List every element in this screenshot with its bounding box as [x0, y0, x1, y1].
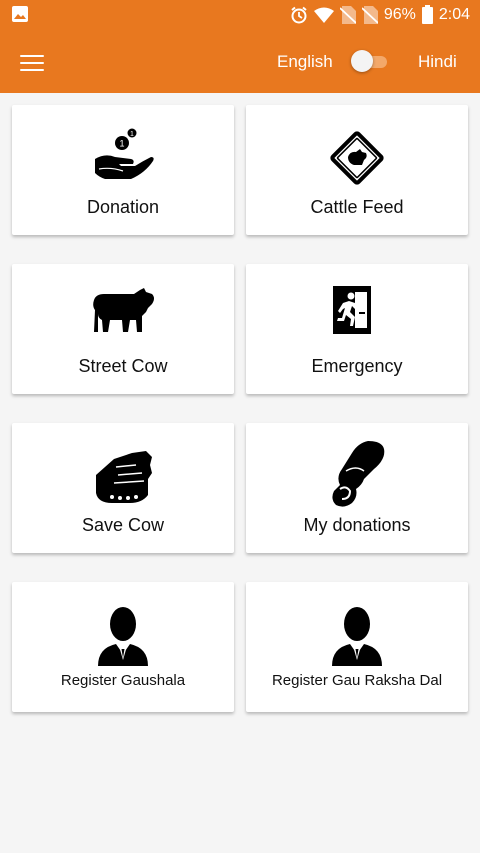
- battery-icon: [421, 5, 433, 24]
- status-icons: 96% 2:04: [290, 5, 470, 24]
- card-emergency[interactable]: Emergency: [246, 264, 468, 394]
- app-bar: English Hindi: [0, 30, 480, 93]
- card-label: My donations: [303, 515, 411, 535]
- card-label: Donation: [86, 197, 160, 217]
- hamburger-menu-icon[interactable]: [20, 50, 44, 72]
- cow-icon: [93, 288, 154, 332]
- card-label: Emergency: [311, 356, 403, 376]
- card-label: Register Gau Raksha Dal: [271, 672, 443, 689]
- emergency-exit-icon: [333, 286, 371, 334]
- clock: 2:04: [438, 5, 470, 23]
- no-sim-icon: [339, 5, 356, 24]
- wifi-icon: [313, 7, 334, 23]
- card-label: Save Cow: [81, 515, 165, 535]
- card-label: Cattle Feed: [310, 197, 404, 217]
- svg-text:1: 1: [130, 131, 134, 138]
- card-cattle-feed[interactable]: Cattle Feed: [246, 105, 468, 235]
- card-street-cow[interactable]: Street Cow: [12, 264, 234, 394]
- donation-hand-icon: 1 1: [95, 128, 154, 179]
- my-donations-hand-icon: [332, 441, 385, 507]
- language-toggle[interactable]: [351, 50, 389, 72]
- alarm-icon: [291, 6, 307, 23]
- save-hand-icon: [96, 451, 152, 503]
- person-icon: [332, 607, 382, 666]
- card-label: Street Cow: [78, 356, 168, 376]
- card-label: Register Gaushala: [60, 672, 186, 689]
- no-sim-icon: [361, 5, 378, 24]
- language-label-hindi: Hindi: [418, 52, 457, 71]
- battery-percent: 96%: [383, 5, 416, 23]
- cattle-feed-sign-icon: [330, 131, 384, 185]
- card-register-gaushala[interactable]: Register Gaushala: [12, 582, 234, 712]
- image-icon: [12, 6, 28, 22]
- card-save-cow[interactable]: Save Cow: [12, 423, 234, 553]
- status-bar: 96% 2:04: [0, 0, 480, 30]
- card-my-donations[interactable]: My donations: [246, 423, 468, 553]
- toggle-thumb: [351, 50, 373, 72]
- card-donation[interactable]: 1 1 Donation: [12, 105, 234, 235]
- svg-text:1: 1: [119, 139, 124, 149]
- language-label-english: English: [277, 52, 333, 71]
- card-register-gau-raksha-dal[interactable]: Register Gau Raksha Dal: [246, 582, 468, 712]
- person-icon: [98, 607, 148, 666]
